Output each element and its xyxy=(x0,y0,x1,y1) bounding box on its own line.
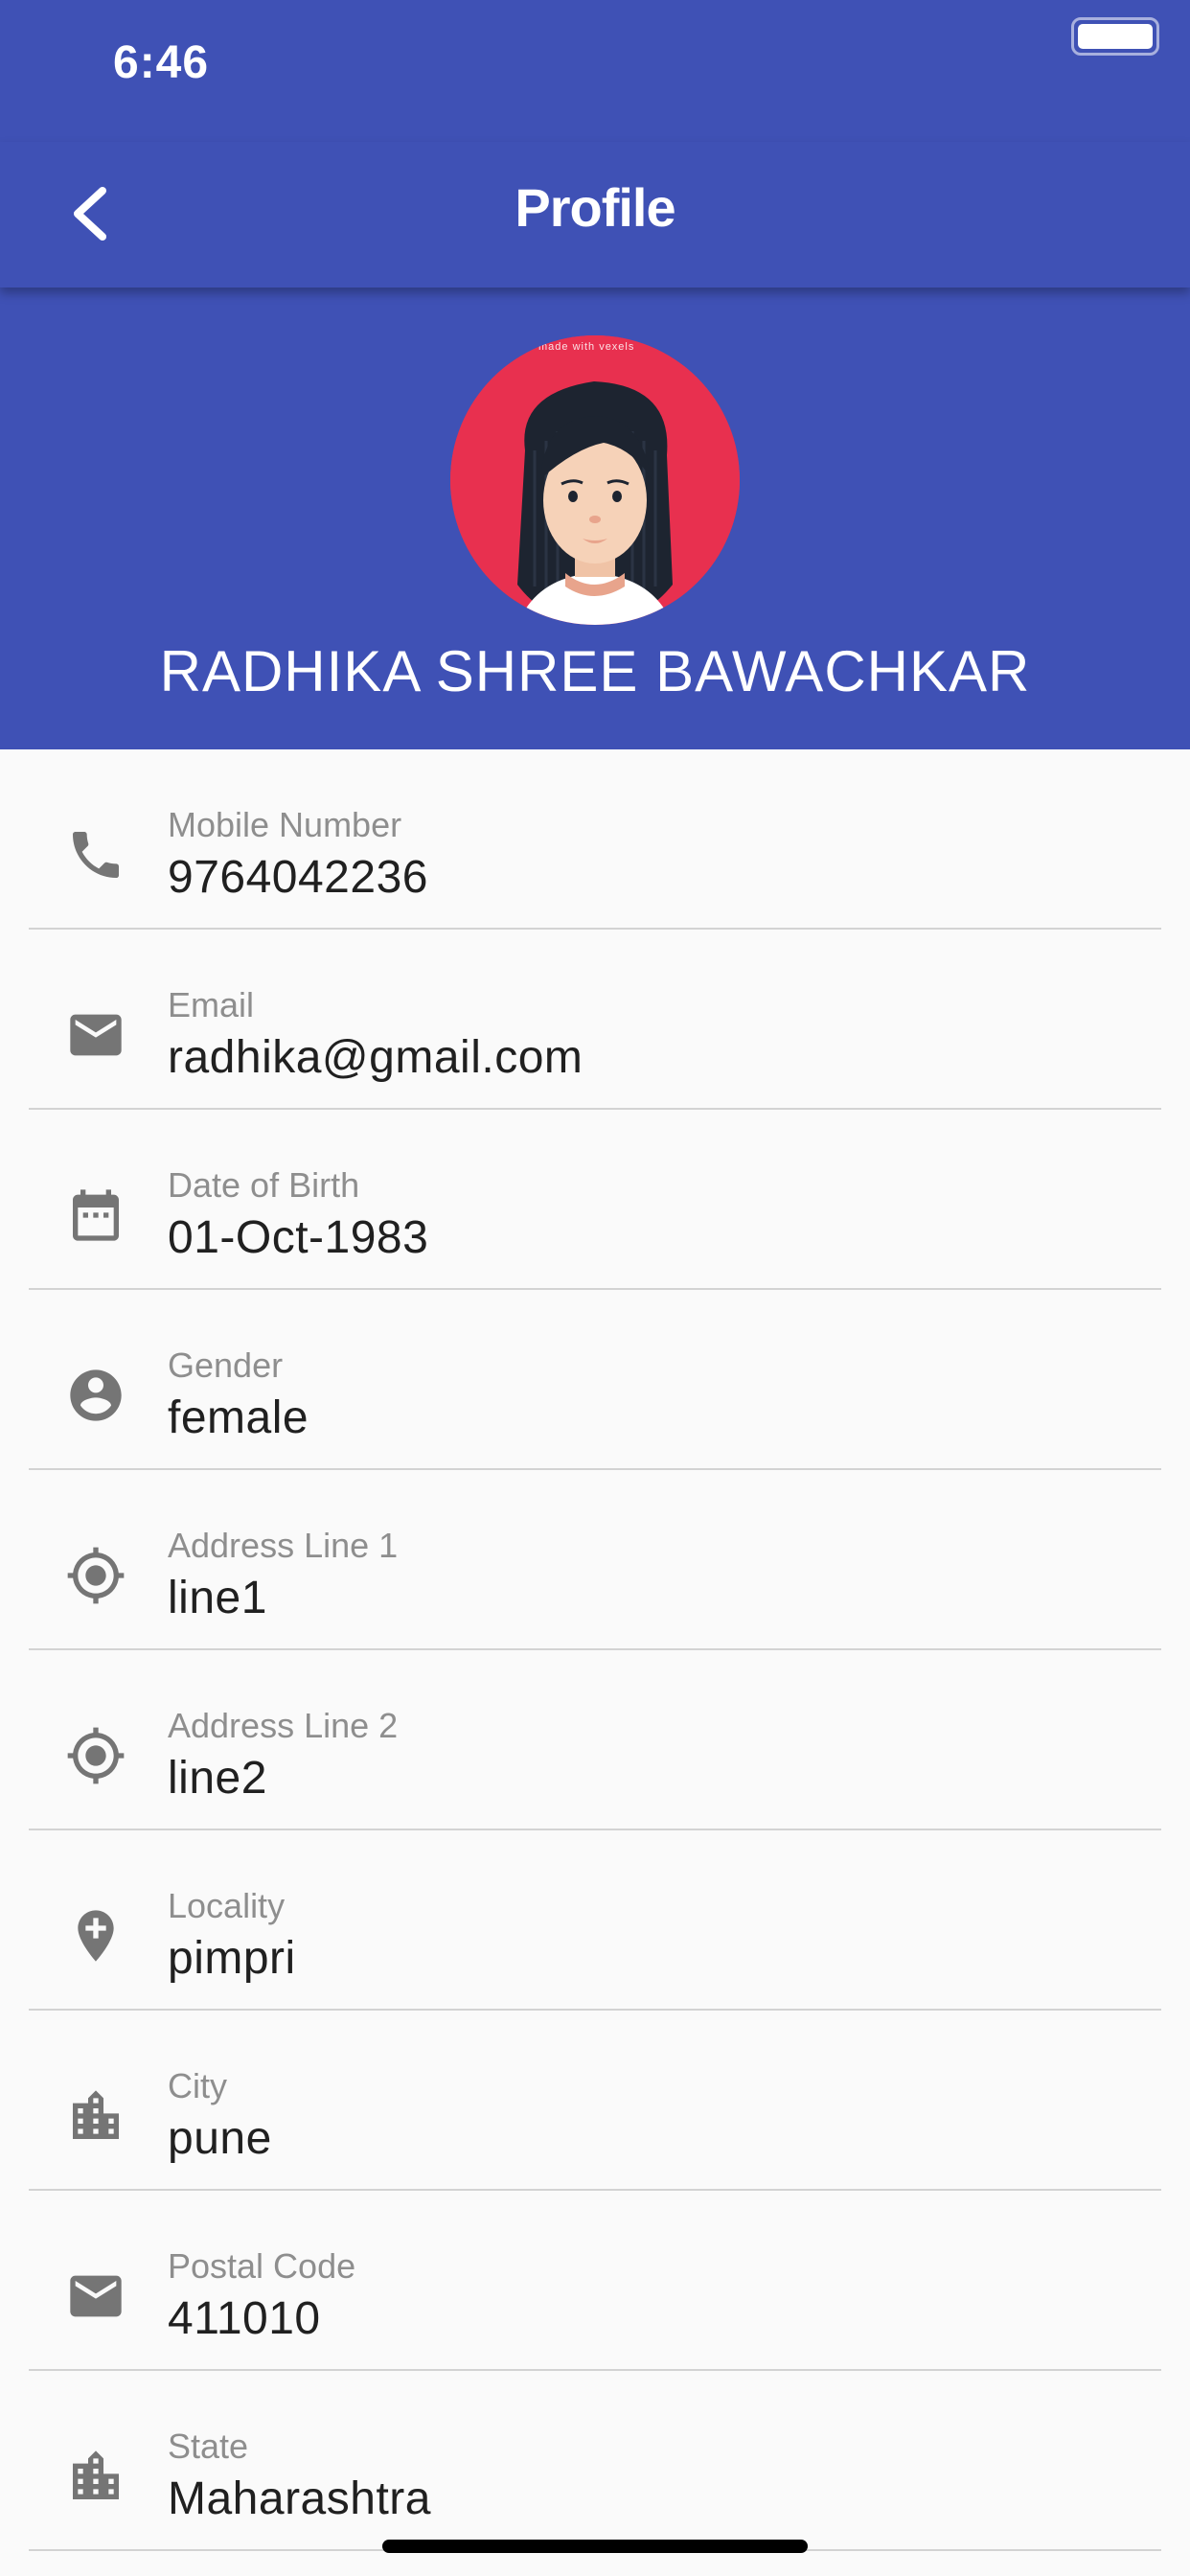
city-icon xyxy=(73,2090,119,2139)
field-value: Maharashtra xyxy=(168,2473,431,2524)
field-label: Date of Birth xyxy=(168,1165,360,1205)
mail-icon xyxy=(70,1014,122,1056)
avatar: made with vexels xyxy=(450,335,740,625)
field-label: City xyxy=(168,2066,227,2105)
home-indicator[interactable] xyxy=(382,2540,808,2553)
calendar-icon xyxy=(73,1189,119,1241)
page-title: Profile xyxy=(515,177,675,238)
avatar-watermark: made with vexels xyxy=(538,341,635,353)
city-icon xyxy=(73,2450,119,2499)
list-item-address-line-1[interactable]: Address Line 1 line1 xyxy=(29,1470,1161,1650)
field-value: 9764042236 xyxy=(168,852,428,903)
field-value: line2 xyxy=(168,1753,267,1804)
field-label: Email xyxy=(168,985,255,1024)
field-label: Address Line 2 xyxy=(168,1706,399,1745)
status-time: 6:46 xyxy=(113,37,210,88)
add-location-icon xyxy=(78,1910,114,1962)
field-value: line1 xyxy=(168,1573,267,1623)
field-label: Locality xyxy=(168,1886,286,1925)
field-value: pimpri xyxy=(168,1933,296,1984)
list-item-postal-code[interactable]: Postal Code 411010 xyxy=(29,2191,1161,2371)
field-value: female xyxy=(168,1392,309,1443)
field-label: Address Line 1 xyxy=(168,1526,399,1565)
list-item-state[interactable]: State Maharashtra xyxy=(29,2371,1161,2551)
list-item-mobile-number[interactable]: Mobile Number 9764042236 xyxy=(29,749,1161,930)
gps-target-icon xyxy=(67,1547,125,1604)
field-label: Gender xyxy=(168,1346,284,1385)
battery-icon xyxy=(1071,17,1159,56)
field-value: radhika@gmail.com xyxy=(168,1032,584,1083)
list-item-address-line-2[interactable]: Address Line 2 line2 xyxy=(29,1650,1161,1830)
account-circle-icon xyxy=(70,1369,122,1421)
list-item-locality[interactable]: Locality pimpri xyxy=(29,1830,1161,2011)
mail-icon xyxy=(70,2275,122,2317)
field-value: 411010 xyxy=(168,2293,321,2344)
status-bar: 6:46 xyxy=(0,0,1190,142)
list-item-city[interactable]: City pune xyxy=(29,2011,1161,2191)
phone-icon xyxy=(73,832,119,878)
field-label: State xyxy=(168,2426,249,2466)
profile-name: RADHIKA SHREE BAWACHKAR xyxy=(159,639,1031,703)
app-bar: Profile xyxy=(0,142,1190,288)
list-item-date-of-birth[interactable]: Date of Birth 01-Oct-1983 xyxy=(29,1110,1161,1290)
field-label: Mobile Number xyxy=(168,805,402,844)
avatar-illustration xyxy=(450,335,740,625)
gps-target-icon xyxy=(67,1727,125,1784)
list-item-gender[interactable]: Gender female xyxy=(29,1290,1161,1470)
field-label: Postal Code xyxy=(168,2246,356,2286)
list-item-email[interactable]: Email radhika@gmail.com xyxy=(29,930,1161,1110)
profile-header: made with vexels RADHIKA SHREE BAWACHKAR xyxy=(0,288,1190,749)
profile-details-list: Mobile Number 9764042236 Email radhika@g… xyxy=(0,749,1190,2551)
field-value: pune xyxy=(168,2113,272,2164)
field-value: 01-Oct-1983 xyxy=(168,1212,429,1263)
